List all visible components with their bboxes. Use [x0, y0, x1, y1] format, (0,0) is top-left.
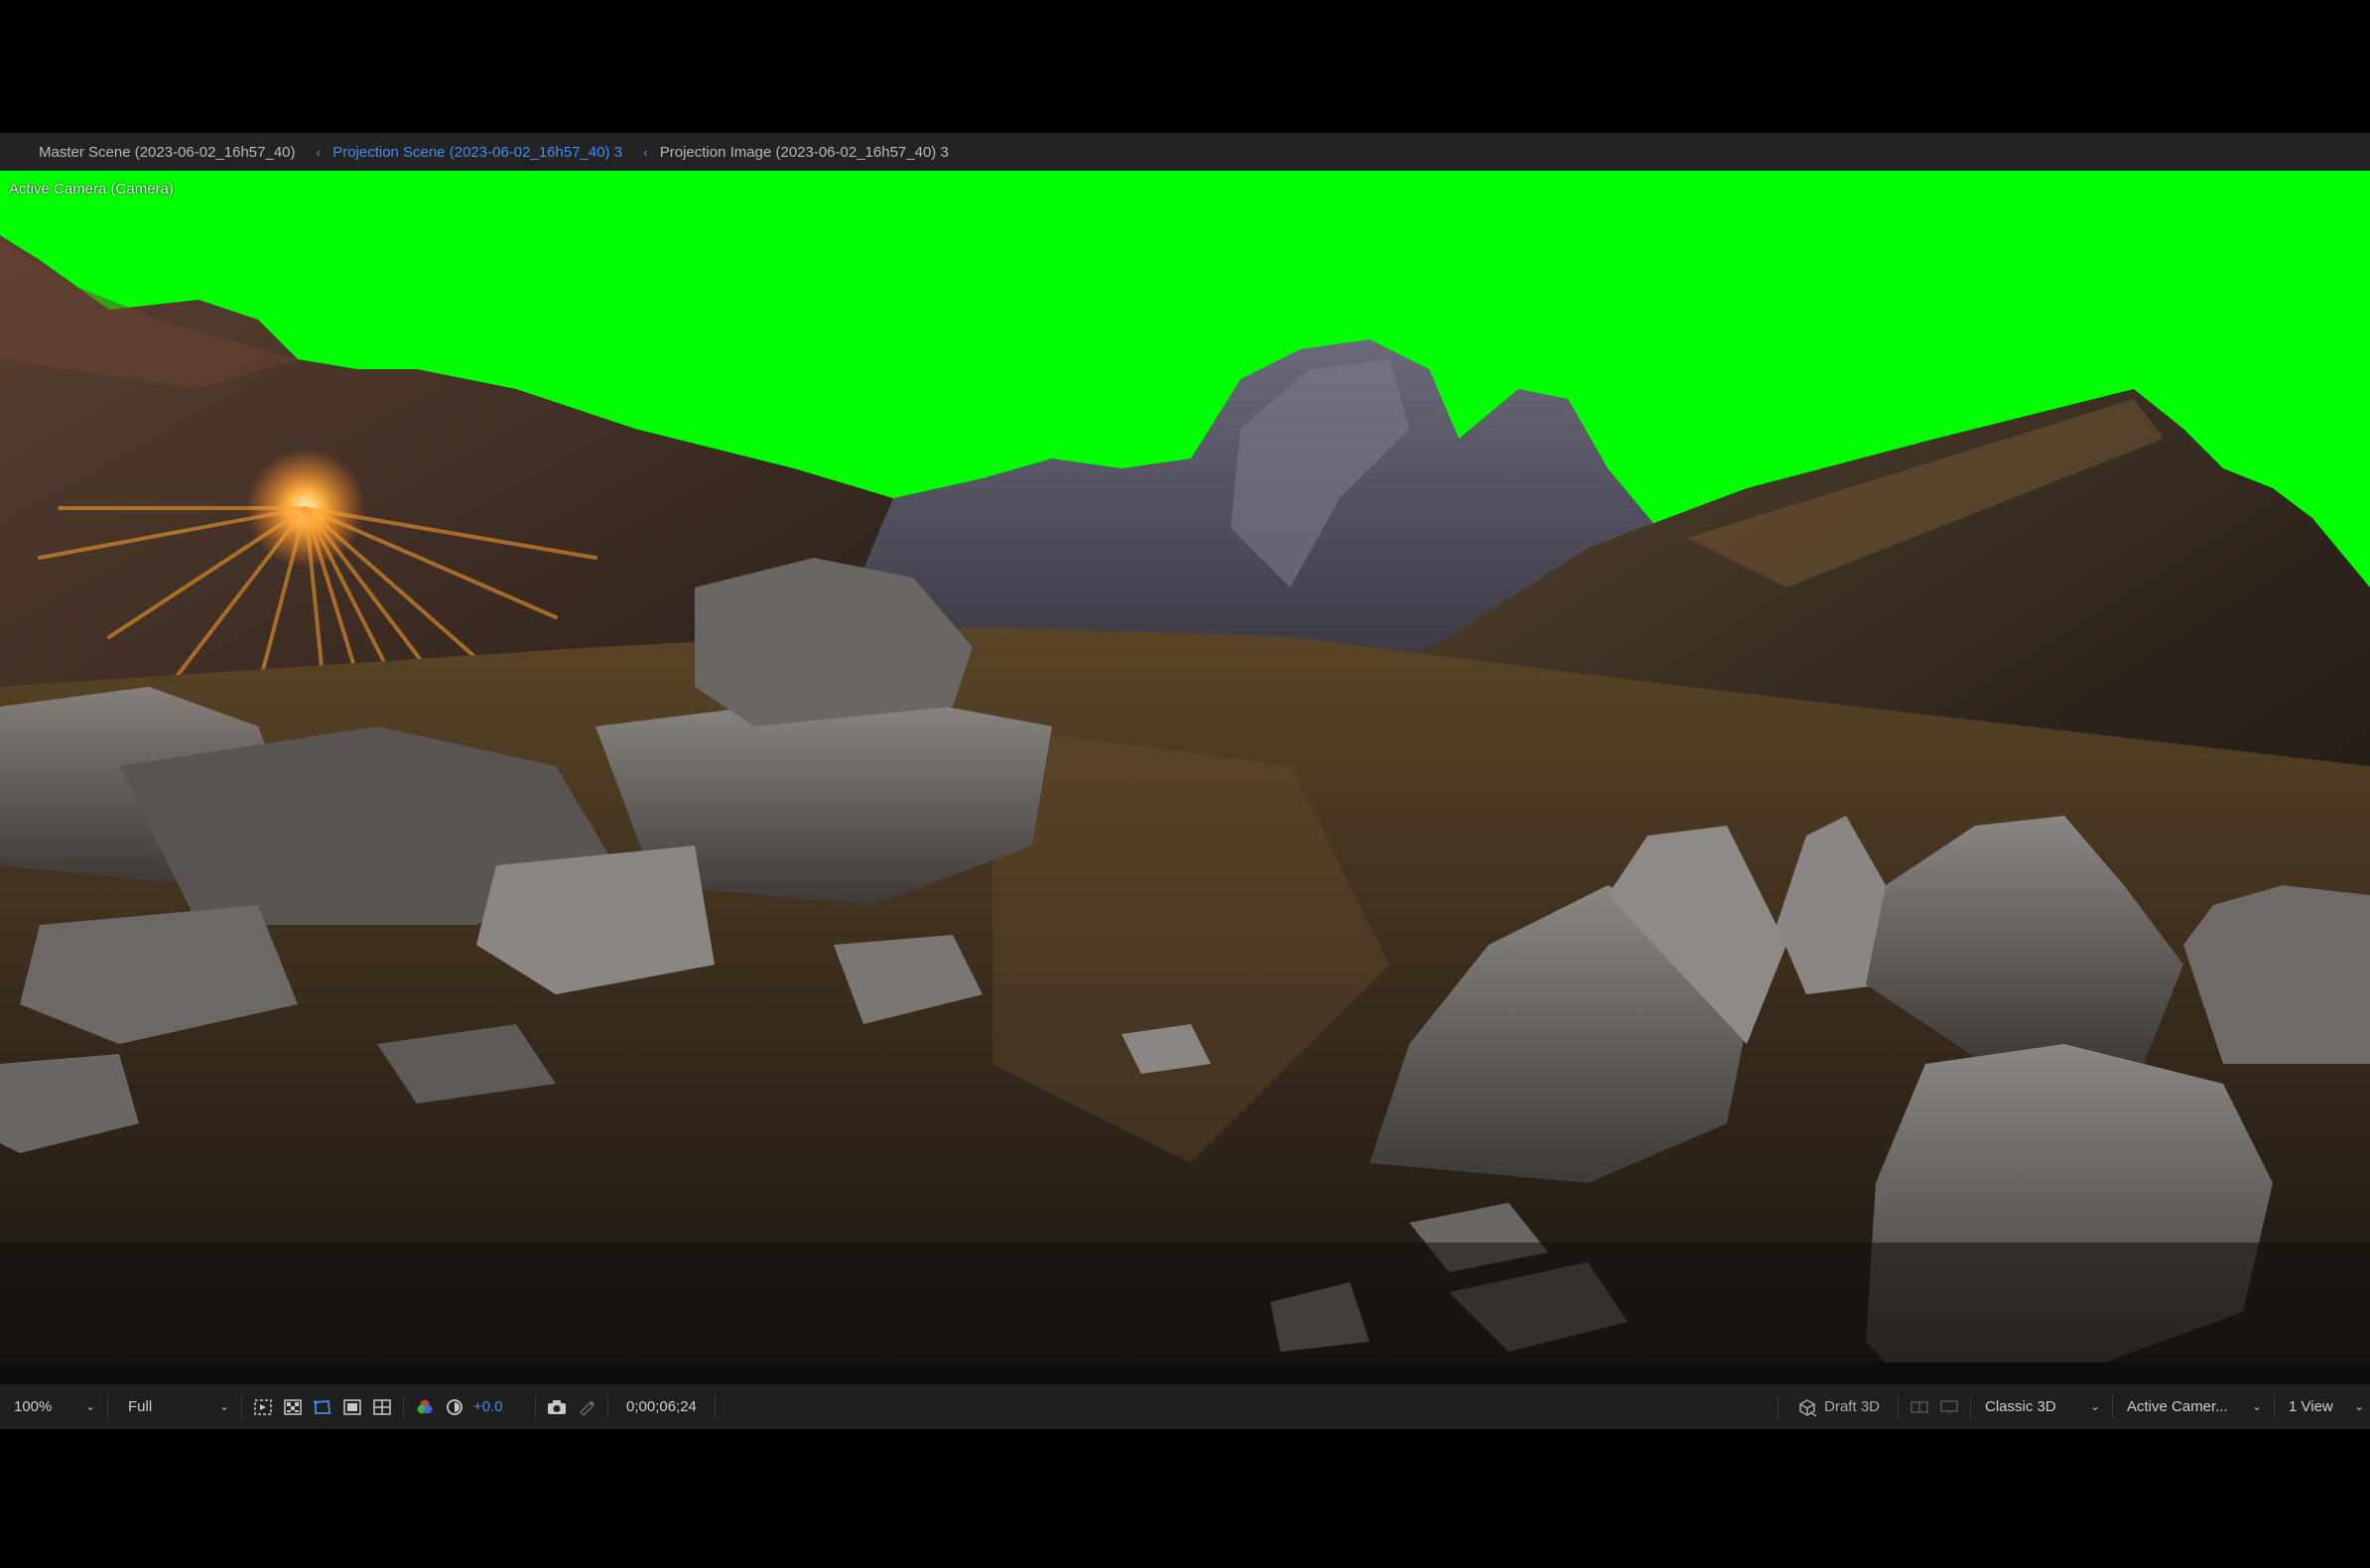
toolbar-divider — [714, 1394, 716, 1419]
region-of-interest-icon[interactable] — [248, 1393, 278, 1421]
toolbar-divider — [403, 1394, 404, 1419]
camera-view-value: Active Camer... — [2127, 1398, 2228, 1415]
reset-exposure-icon[interactable] — [440, 1393, 469, 1421]
breadcrumb-item-projection-scene[interactable]: Projection Scene (2023-06-02_16h57_40) 3 — [332, 144, 622, 161]
toolbar-divider — [1970, 1394, 1971, 1419]
breadcrumb-separator: ‹ — [316, 144, 322, 160]
transparency-grid-icon[interactable] — [278, 1393, 308, 1421]
toolbar-divider — [2112, 1394, 2113, 1419]
grid-guides-icon[interactable] — [367, 1393, 397, 1421]
fast-previews-icon[interactable] — [1934, 1393, 1964, 1421]
magnification-value: 100% — [14, 1398, 53, 1415]
toolbar-divider — [107, 1394, 108, 1419]
chevron-down-icon: ⌄ — [2251, 1398, 2262, 1413]
composition-viewer[interactable]: Active Camera (Camera) — [0, 171, 2370, 1363]
toolbar-right-group: Draft 3D Classic 3D ⌄ Active Camer... ⌄ … — [1772, 1393, 2370, 1421]
viewer-toolbar: 100% ⌄ Full ⌄ +0.0 0;00;06;24 Draft 3D C… — [0, 1384, 2370, 1429]
viewer-bottom-gap — [0, 1363, 2370, 1384]
chevron-down-icon: ⌄ — [218, 1398, 229, 1413]
chevron-down-icon: ⌄ — [2353, 1398, 2364, 1413]
extended-viewer-icon[interactable] — [1905, 1393, 1934, 1421]
renderer-dropdown[interactable]: Classic 3D ⌄ — [1977, 1393, 2106, 1421]
toolbar-divider — [607, 1394, 608, 1419]
view-layout-value: 1 View — [2289, 1398, 2333, 1415]
chevron-down-icon: ⌄ — [2089, 1398, 2100, 1413]
breadcrumb-separator: ‹ — [643, 144, 648, 160]
breadcrumb: Master Scene (2023-06-02_16h57_40) ‹ Pro… — [0, 133, 2370, 171]
draft-3d-toggle[interactable]: Draft 3D — [1784, 1397, 1892, 1417]
magnification-dropdown[interactable]: 100% ⌄ — [6, 1393, 101, 1421]
color-channels-icon[interactable] — [410, 1393, 440, 1421]
toolbar-divider — [535, 1394, 536, 1419]
breadcrumb-item-projection-image[interactable]: Projection Image (2023-06-02_16h57_40) 3 — [660, 144, 949, 161]
show-snapshot-icon[interactable] — [572, 1393, 601, 1421]
toolbar-divider — [241, 1394, 242, 1419]
resolution-dropdown[interactable]: Full ⌄ — [120, 1393, 235, 1421]
exposure-value[interactable]: +0.0 — [473, 1398, 529, 1415]
renderer-value: Classic 3D — [1985, 1398, 2056, 1415]
breadcrumb-item-master-scene[interactable]: Master Scene (2023-06-02_16h57_40) — [39, 144, 296, 161]
chevron-down-icon: ⌄ — [84, 1398, 95, 1413]
toolbar-divider — [1898, 1394, 1899, 1419]
safe-margins-icon[interactable] — [337, 1393, 367, 1421]
resolution-value: Full — [128, 1398, 153, 1415]
current-time-display[interactable]: 0;00;06;24 — [614, 1398, 709, 1415]
draft-3d-label: Draft 3D — [1824, 1398, 1880, 1415]
toolbar-divider — [2274, 1394, 2275, 1419]
camera-view-dropdown[interactable]: Active Camer... ⌄ — [2119, 1393, 2268, 1421]
mountain-landscape-image — [0, 235, 2370, 1363]
snapshot-camera-icon[interactable] — [542, 1393, 572, 1421]
view-layout-dropdown[interactable]: 1 View ⌄ — [2281, 1393, 2370, 1421]
mask-path-icon[interactable] — [308, 1393, 337, 1421]
draft-3d-icon — [1799, 1398, 1817, 1417]
active-camera-label: Active Camera (Camera) — [9, 181, 174, 197]
